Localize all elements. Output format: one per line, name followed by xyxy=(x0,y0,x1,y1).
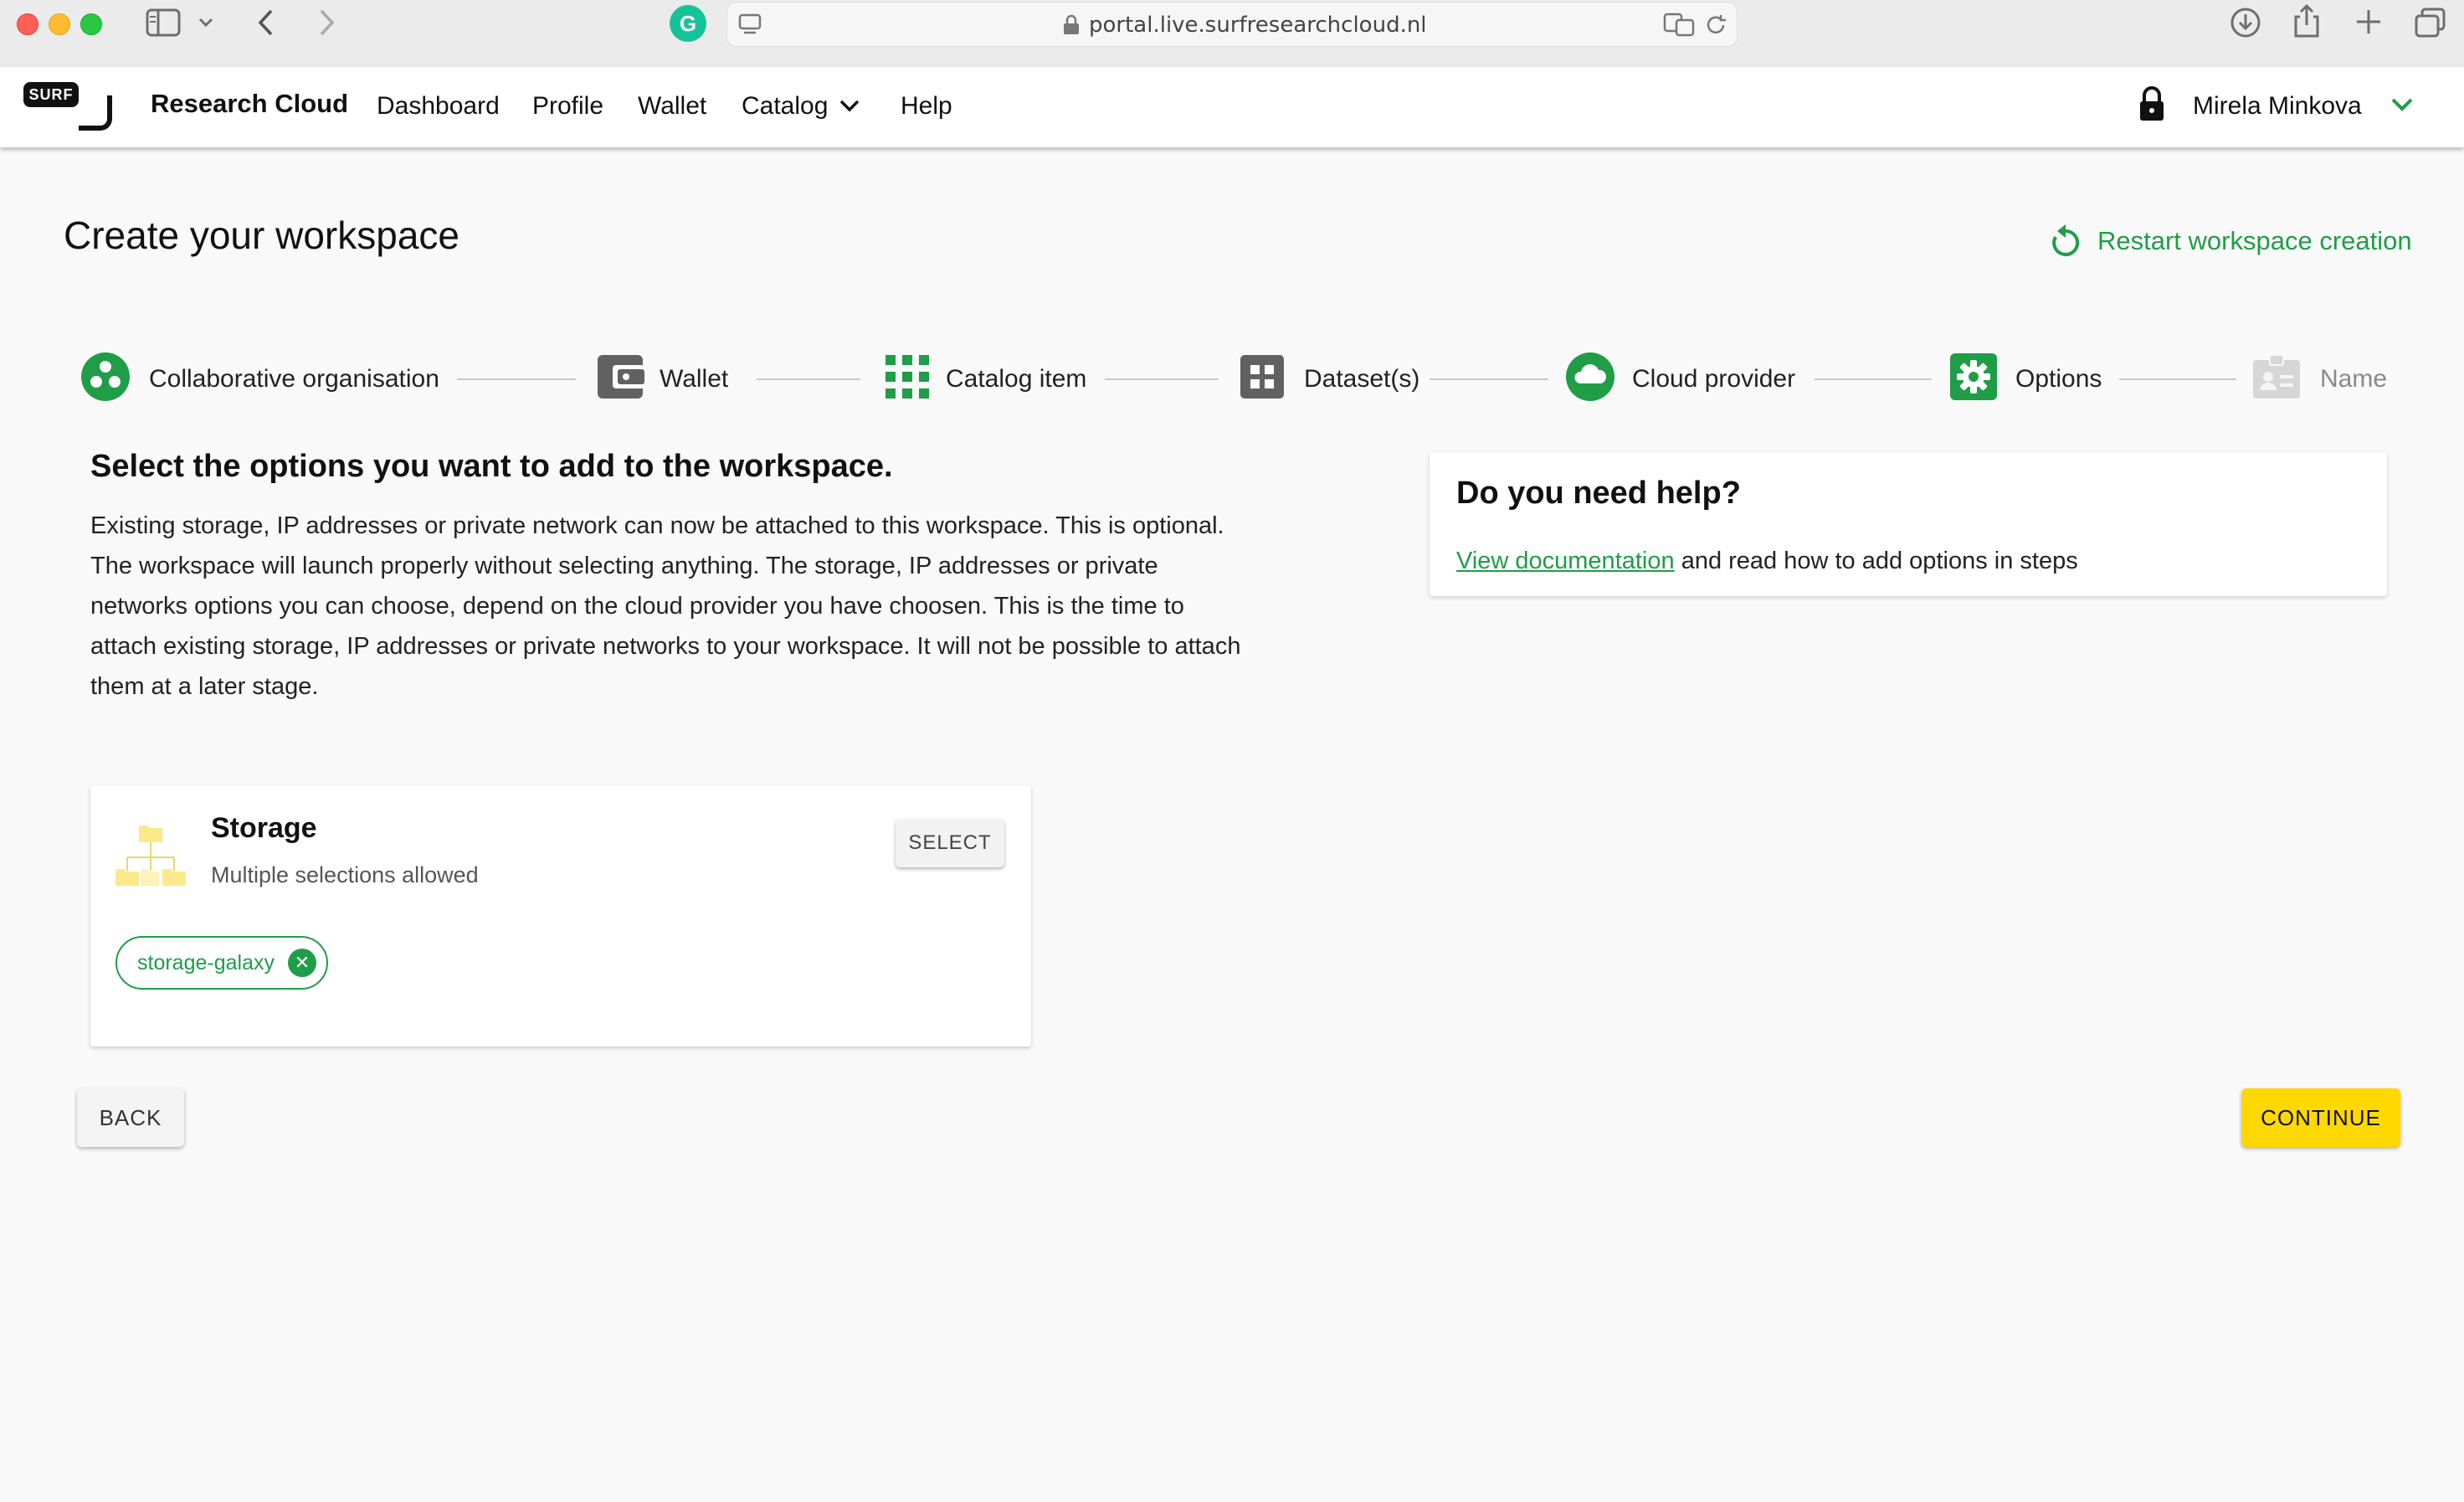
app-header: SURF Research Cloud Dashboard Profile Wa… xyxy=(0,67,2464,147)
help-text: View documentation and read how to add o… xyxy=(1456,548,2078,575)
lock-icon xyxy=(1064,14,1079,34)
nav-help[interactable]: Help xyxy=(901,92,952,121)
step-label: Options xyxy=(2015,365,2102,393)
grammarly-extension-icon[interactable]: G xyxy=(670,5,706,42)
options-section-title: Select the options you want to add to th… xyxy=(90,449,893,484)
step-connector xyxy=(1815,378,1932,380)
nav-catalog[interactable]: Catalog xyxy=(742,92,860,121)
storage-icon xyxy=(116,826,186,886)
zoom-window-button[interactable] xyxy=(80,13,102,35)
step-label: Collaborative organisation xyxy=(149,365,439,393)
logo-text: SURF xyxy=(23,82,79,107)
minimize-window-button[interactable] xyxy=(49,13,70,35)
group-icon xyxy=(81,352,130,401)
view-documentation-link[interactable]: View documentation xyxy=(1456,548,1675,574)
brand-title[interactable]: Research Cloud xyxy=(151,89,348,119)
browser-toolbar: G portal.live.surfresearchcloud.nl xyxy=(0,0,2464,68)
help-card: Do you need help? View documentation and… xyxy=(1430,452,2387,596)
user-menu-chevron-icon[interactable] xyxy=(2390,97,2414,112)
share-icon[interactable] xyxy=(2292,3,2322,39)
close-window-button[interactable] xyxy=(17,13,38,35)
logo-tail xyxy=(79,95,112,131)
step-label: Wallet xyxy=(660,365,729,393)
nav-dashboard[interactable]: Dashboard xyxy=(377,92,500,121)
chip-label: storage-galaxy xyxy=(137,951,275,975)
reload-icon[interactable] xyxy=(1703,13,1728,38)
storage-title: Storage xyxy=(211,812,317,844)
grid-icon xyxy=(886,355,929,399)
page-title: Create your workspace xyxy=(64,213,459,257)
wallet-icon xyxy=(598,355,644,399)
chevron-down-icon[interactable] xyxy=(198,17,214,28)
step-label: Catalog item xyxy=(946,365,1087,393)
reader-icon[interactable] xyxy=(737,13,762,36)
storage-option-card: Storage Multiple selections allowed SELE… xyxy=(90,785,1031,1047)
step-connector xyxy=(1105,378,1219,380)
forward-arrow-icon[interactable] xyxy=(316,8,336,37)
step-label: Dataset(s) xyxy=(1304,365,1420,393)
sidebar-toggle-icon[interactable] xyxy=(146,8,181,37)
nav-wallet[interactable]: Wallet xyxy=(638,92,706,121)
chevron-down-icon xyxy=(839,100,860,112)
tab-overview-icon[interactable] xyxy=(2414,7,2447,39)
select-storage-button[interactable]: SELECT xyxy=(896,819,1004,867)
user-name[interactable]: Mirela Minkova xyxy=(2193,92,2362,121)
step-connector xyxy=(1430,378,1548,380)
step-label: Name xyxy=(2320,365,2388,393)
step-connector xyxy=(2119,378,2236,380)
help-title: Do you need help? xyxy=(1456,476,1741,511)
help-text-rest: and read how to add options in steps xyxy=(1674,548,2078,574)
back-button[interactable]: BACK xyxy=(77,1088,184,1147)
selected-storage-chip: storage-galaxy ✕ xyxy=(116,936,328,990)
back-arrow-icon[interactable] xyxy=(256,8,276,37)
downloads-icon[interactable] xyxy=(2230,7,2261,39)
restart-label: Restart workspace creation xyxy=(2097,226,2412,255)
url-text: portal.live.surfresearchcloud.nl xyxy=(1089,13,1427,38)
lock-icon xyxy=(2140,86,2164,121)
nav-catalog-label: Catalog xyxy=(742,92,829,120)
gear-icon xyxy=(1950,353,1997,400)
step-connector xyxy=(757,378,860,380)
continue-button[interactable]: CONTINUE xyxy=(2241,1088,2400,1147)
new-tab-icon[interactable] xyxy=(2354,7,2384,37)
options-description: Existing storage, IP addresses or privat… xyxy=(90,512,1241,700)
cloud-icon xyxy=(1566,352,1614,401)
restart-icon xyxy=(2052,224,2080,256)
dataset-icon xyxy=(1240,355,1284,399)
translate-icon[interactable] xyxy=(1663,13,1697,38)
id-card-icon xyxy=(2253,354,2300,399)
step-label: Cloud provider xyxy=(1632,365,1796,393)
address-bar[interactable]: portal.live.surfresearchcloud.nl xyxy=(726,2,1738,47)
storage-subtitle: Multiple selections allowed xyxy=(211,862,479,887)
nav-profile[interactable]: Profile xyxy=(532,92,603,121)
step-connector xyxy=(457,378,576,380)
remove-chip-icon[interactable]: ✕ xyxy=(287,949,316,977)
